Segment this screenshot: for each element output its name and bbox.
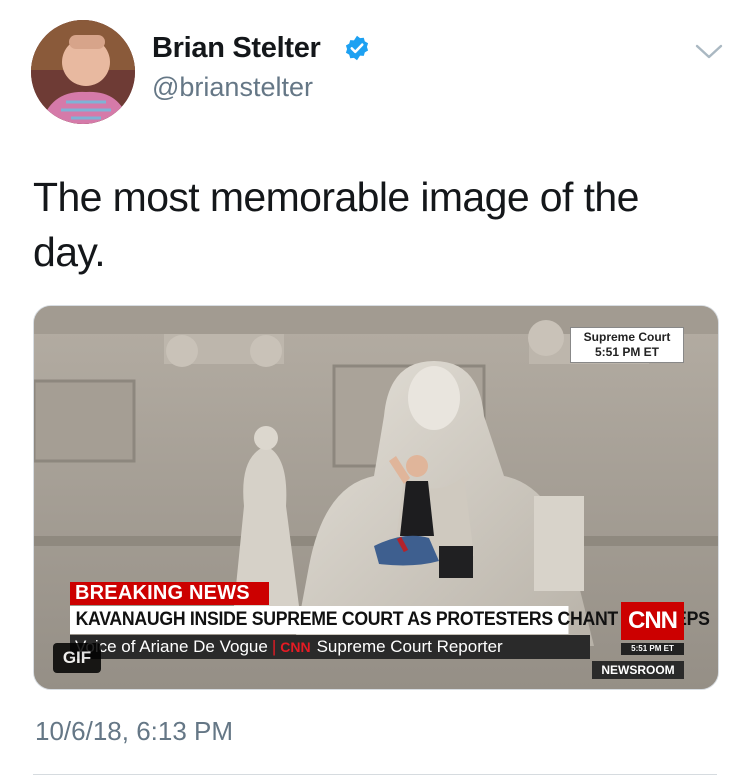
breaking-news-label: BREAKING NEWS <box>70 582 269 605</box>
gif-badge[interactable]: GIF <box>53 643 101 673</box>
avatar-image <box>31 20 135 124</box>
chevron-down-icon[interactable] <box>694 42 724 62</box>
news-subline: Voice of Ariane De Vogue | CNN Supreme Cour… <box>70 635 590 659</box>
tweet-text: The most memorable image of the day. <box>33 174 639 275</box>
tweet-timestamp[interactable]: 10/6/18, 6:13 PM <box>35 716 233 747</box>
cnn-logo: CNN <box>621 602 684 640</box>
divider <box>33 774 717 775</box>
subline-network: CNN <box>280 639 311 655</box>
subline-voice: Voice of Ariane De Vogue <box>75 637 268 656</box>
verified-badge-icon <box>345 35 369 61</box>
network-time: 5:51 PM ET <box>621 643 684 655</box>
tweet-media-gif[interactable]: Supreme Court 5:51 PM ET BREAKING NEWS K… <box>33 305 719 690</box>
location-time: 5:51 PM ET <box>594 345 660 359</box>
location-tag: Supreme Court 5:51 PM ET <box>570 327 684 363</box>
news-headline: KAVANAUGH INSIDE SUPREME COURT AS PROTES… <box>70 606 710 634</box>
author-handle[interactable]: @brianstelter <box>152 72 313 103</box>
subline-divider: | <box>271 637 277 656</box>
subline-role: Supreme Court Reporter <box>316 637 503 656</box>
avatar[interactable] <box>31 20 135 124</box>
show-name: NEWSROOM <box>592 661 684 679</box>
location-label: Supreme Court <box>583 330 671 344</box>
author-name[interactable]: Brian Stelter <box>152 32 321 65</box>
